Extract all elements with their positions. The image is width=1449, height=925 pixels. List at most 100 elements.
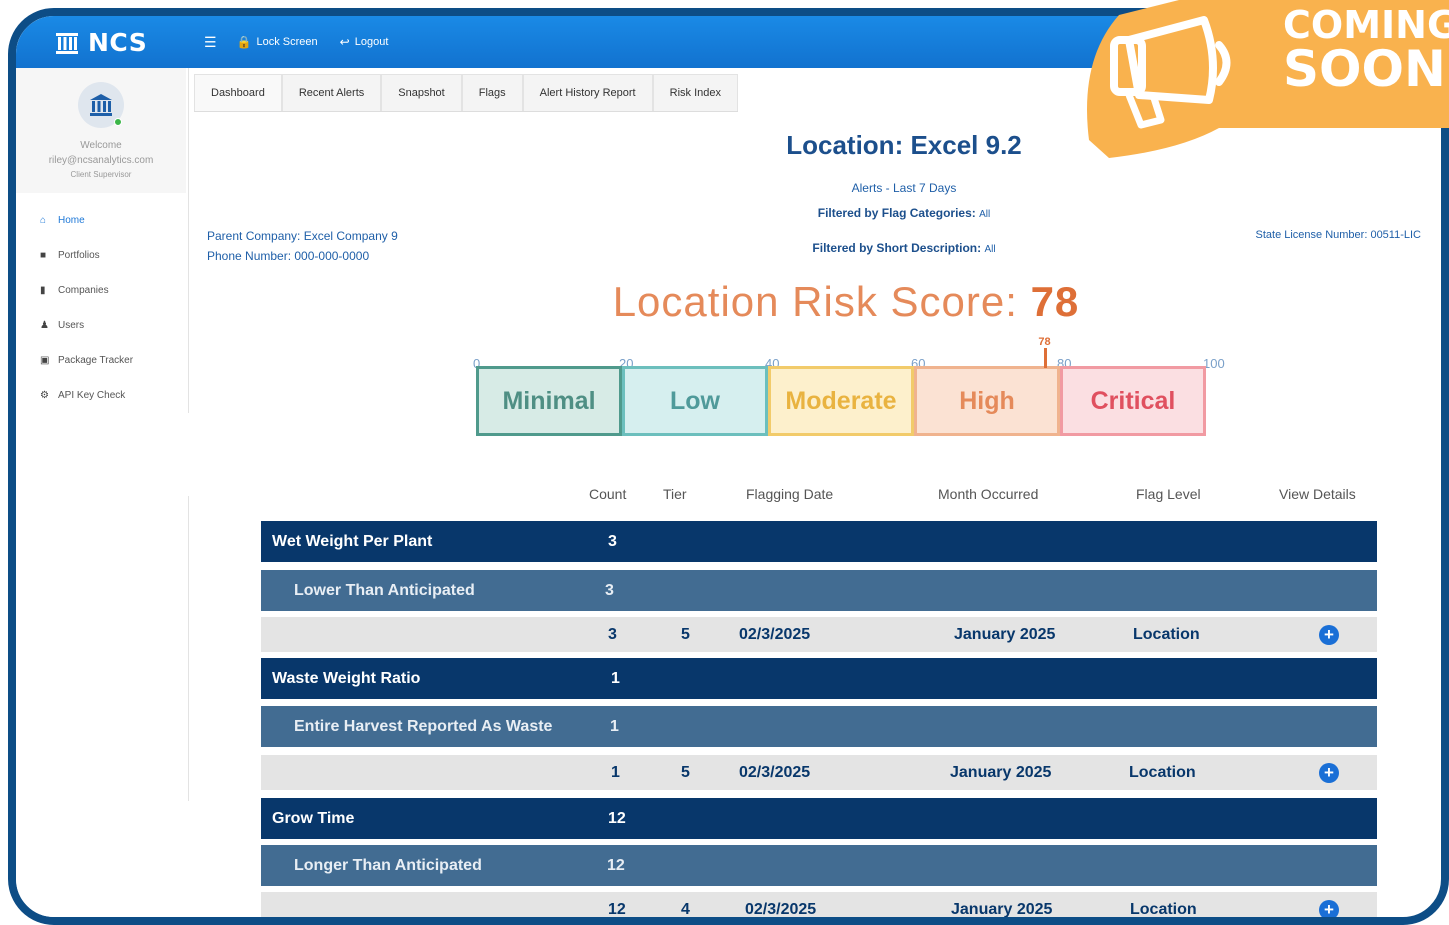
bank-logo-icon [56,33,78,54]
table-row-subcategory[interactable]: Entire Harvest Reported As Waste 1 [261,706,1377,747]
view-details-plus-icon[interactable]: + [1319,899,1339,917]
table-row-category[interactable]: Wet Weight Per Plant 3 [261,521,1377,562]
sidebar-item-api-key-check[interactable]: ⚙ API Key Check [16,378,186,413]
sidebar-divider [188,496,189,801]
detail-level: Location [1133,625,1200,643]
sidebar-item-label: Users [58,320,85,331]
state-license: State License Number: 00511-LIC [1255,229,1422,241]
table-header: Count Tier Flagging Date Month Occurred … [256,486,1371,506]
col-month-occurred: Month Occurred [938,486,1039,502]
subcategory-count: 3 [605,581,614,599]
coming-soon-text: COMING SOON [1283,4,1449,94]
company-info: Parent Company: Excel Company 9 Phone Nu… [207,226,398,266]
detail-level: Location [1129,763,1196,781]
category-name: Grow Time [272,809,355,827]
risk-score-title: Location Risk Score: 78 [576,278,1116,326]
sidebar-item-portfolios[interactable]: ■ Portfolios [16,238,186,273]
alerts-range: Alerts - Last 7 Days [851,181,957,195]
phone-number: Phone Number: 000-000-0000 [207,249,370,263]
sidebar-item-companies[interactable]: ▮ Companies [16,273,186,308]
package-icon: ▣ [40,355,50,366]
tab-flags[interactable]: Flags [461,74,523,111]
risk-band-high: High [914,366,1060,436]
col-flagging-date: Flagging Date [746,486,834,502]
risk-band-minimal: Minimal [476,366,622,436]
tab-dashboard[interactable]: Dashboard [194,74,282,111]
risk-band-low: Low [622,366,768,436]
flag-categories-value: All [979,209,991,220]
category-count: 1 [611,669,620,687]
detail-tier: 4 [681,900,690,918]
gear-icon: ⚙ [40,390,49,401]
brand[interactable]: NCS [54,28,204,57]
risk-marker [1044,348,1048,368]
subcategory-count: 1 [610,717,619,735]
lock-screen-button[interactable]: 🔒 Lock Screen [237,35,318,49]
table-row-category[interactable]: Grow Time 12 [261,798,1377,839]
col-tier: Tier [663,486,687,502]
detail-month: January 2025 [950,763,1052,781]
home-icon: ⌂ [40,215,47,226]
user-role: Client Supervisor [70,170,132,179]
tab-recent-alerts[interactable]: Recent Alerts [281,74,382,111]
detail-month: January 2025 [954,625,1056,643]
view-details-plus-icon[interactable]: + [1319,624,1339,645]
subcategory-name: Lower Than Anticipated [294,581,475,599]
sidebar-nav: ⌂ Home ■ Portfolios ▮ Companies ♟ Users ▣ Pac… [16,193,186,413]
tab-snapshot[interactable]: Snapshot [381,74,462,111]
sidebar: Welcome riley@ncsanalytics.com Client Su… [16,68,186,917]
table-row-subcategory[interactable]: Longer Than Anticipated 12 [261,845,1377,886]
lock-screen-label: Lock Screen [256,36,318,48]
view-details-plus-icon[interactable]: + [1319,762,1339,783]
detail-count: 3 [608,625,617,643]
risk-marker-value: 78 [1038,336,1051,348]
table-row-subcategory[interactable]: Lower Than Anticipated 3 [261,570,1377,611]
flag-categories-label: Filtered by Flag Categories: [817,206,976,220]
brand-name: NCS [88,27,148,57]
category-count: 3 [608,532,617,550]
table-row-detail: 3 5 02/3/2025 January 2025 Location + [261,617,1377,652]
table-row-category[interactable]: Waste Weight Ratio 1 [261,658,1377,699]
detail-month: January 2025 [951,900,1053,918]
category-name: Waste Weight Ratio [272,669,421,687]
detail-tier: 5 [681,625,690,643]
category-name: Wet Weight Per Plant [272,532,433,550]
detail-date: 02/3/2025 [745,900,817,918]
short-description-filter: Filtered by Short Description: All [586,241,1222,255]
logout-label: Logout [354,36,389,48]
tab-risk-index[interactable]: Risk Index [652,74,738,111]
col-count: Count [589,486,627,502]
flag-categories-filter: Filtered by Flag Categories: All [586,206,1222,220]
risk-band-moderate: Moderate [768,366,914,436]
sidebar-item-package-tracker[interactable]: ▣ Package Tracker [16,343,186,378]
table-row-detail: 12 4 02/3/2025 January 2025 Location + [261,892,1377,918]
detail-count: 12 [608,900,626,918]
sidebar-item-label: Companies [58,285,109,296]
tab-bar: Dashboard Recent Alerts Snapshot Flags A… [194,74,738,112]
sidebar-item-users[interactable]: ♟ Users [16,308,186,343]
logout-button[interactable]: ↩ Logout [340,35,389,49]
subcategory-name: Entire Harvest Reported As Waste [294,717,553,735]
category-count: 12 [608,809,626,827]
sidebar-item-home[interactable]: ⌂ Home [16,203,186,238]
gauge-tick: 100 [1203,356,1225,371]
col-flag-level: Flag Level [1136,486,1201,502]
menu-toggle-icon[interactable]: ☰ [204,34,217,51]
short-description-value: All [984,244,996,255]
table-row-detail: 1 5 02/3/2025 January 2025 Location + [261,755,1377,790]
risk-score-label: Location Risk Score: [612,278,1018,325]
parent-company: Parent Company: Excel Company 9 [207,229,398,243]
users-icon: ♟ [40,320,49,331]
risk-score-value: 78 [1030,278,1080,325]
tab-alert-history-report[interactable]: Alert History Report [522,74,653,111]
subcategory-name: Longer Than Anticipated [294,856,482,874]
briefcase-icon: ■ [40,250,47,261]
avatar[interactable] [78,82,124,128]
user-email: riley@ncsanalytics.com [48,155,154,166]
subcategory-count: 12 [607,856,625,874]
sidebar-item-label: Home [58,215,85,226]
detail-tier: 5 [681,763,690,781]
detail-date: 02/3/2025 [739,625,811,643]
online-status-dot [114,118,122,126]
risk-band-critical: Critical [1060,366,1206,436]
